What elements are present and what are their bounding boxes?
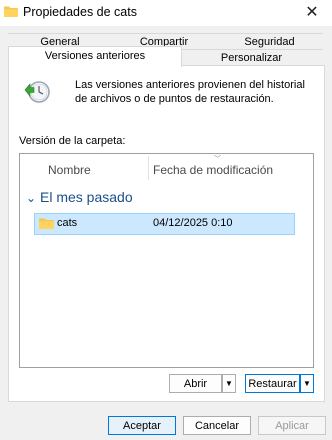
description-text: Las versiones anteriores provienen del h… bbox=[75, 79, 305, 105]
restore-button[interactable]: Restaurar bbox=[245, 374, 300, 393]
list-item[interactable]: cats 04/12/2025 0:10 bbox=[34, 213, 295, 235]
restore-dropdown-button[interactable]: ▼ bbox=[300, 374, 314, 393]
ok-button[interactable]: Aceptar bbox=[108, 416, 176, 435]
item-name: cats bbox=[57, 217, 78, 229]
restore-clock-icon bbox=[24, 81, 50, 103]
window-title: Propiedades de cats bbox=[23, 5, 137, 19]
close-button[interactable]: ✕ bbox=[300, 2, 324, 24]
tab-versiones-anteriores[interactable]: Versiones anteriores bbox=[8, 46, 182, 67]
item-date: 04/12/2025 0:10 bbox=[153, 217, 233, 229]
cancel-button[interactable]: Cancelar bbox=[183, 416, 251, 435]
folder-icon bbox=[39, 218, 54, 229]
column-divider[interactable] bbox=[148, 156, 149, 180]
folder-icon bbox=[4, 6, 18, 17]
column-header-name[interactable]: Nombre bbox=[48, 163, 91, 177]
tab-personalizar[interactable]: Personalizar bbox=[180, 49, 323, 66]
apply-button[interactable]: Aplicar bbox=[258, 416, 326, 435]
group-collapse-icon[interactable]: ⌄ bbox=[26, 191, 36, 205]
group-header[interactable]: El mes pasado bbox=[40, 189, 133, 205]
versions-list[interactable]: Nombre ﹀ Fecha de modificación ⌄ El mes … bbox=[19, 153, 314, 368]
open-dropdown-button[interactable]: ▼ bbox=[222, 374, 236, 393]
column-header-date[interactable]: Fecha de modificación bbox=[153, 163, 273, 177]
tab-seguridad[interactable]: Seguridad bbox=[216, 33, 323, 50]
open-button[interactable]: Abrir bbox=[169, 374, 222, 393]
title-bar: Propiedades de cats ✕ bbox=[0, 0, 332, 26]
tab-panel: Las versiones anteriores provienen del h… bbox=[8, 65, 325, 402]
folder-version-label: Versión de la carpeta: bbox=[19, 135, 126, 147]
